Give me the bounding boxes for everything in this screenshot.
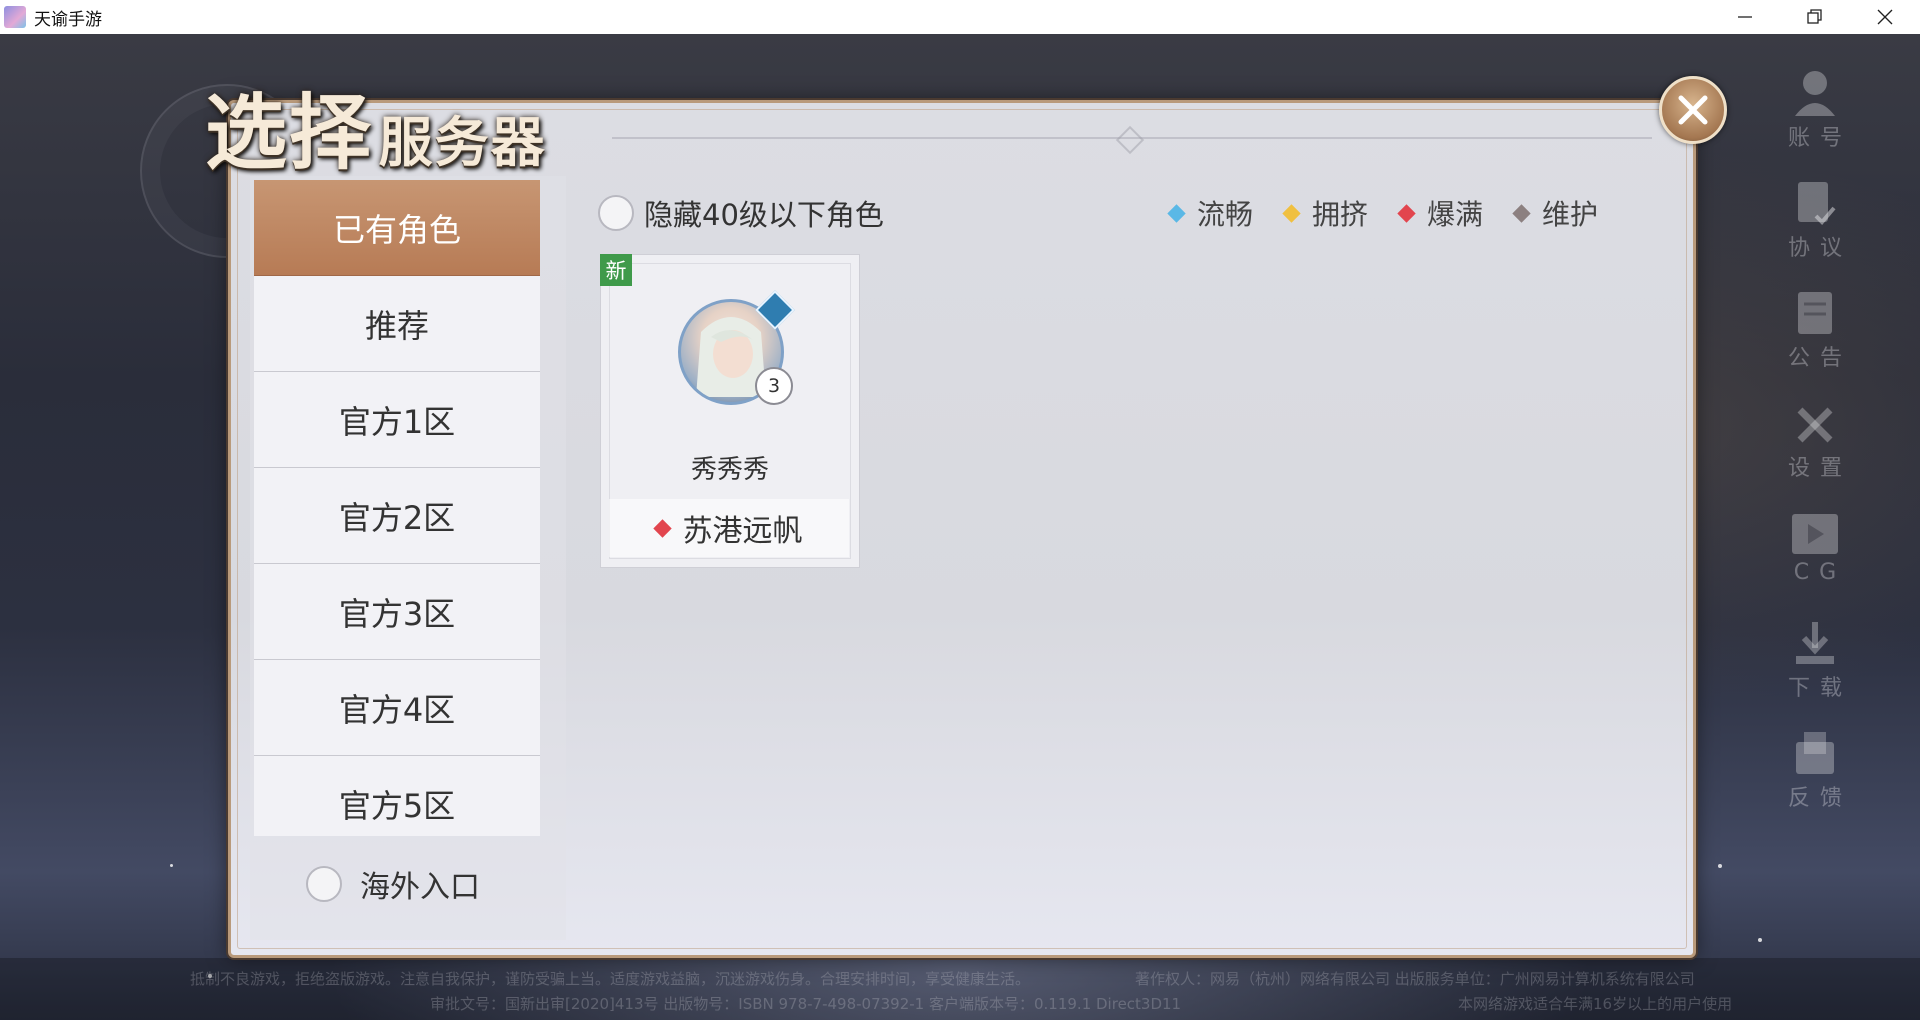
tab-official-5[interactable]: 官方5区 (254, 756, 540, 836)
overseas-label: 海外入口 (360, 870, 480, 905)
status-diamond-icon (652, 518, 672, 538)
window-title: 天谕手游 (34, 9, 102, 30)
overseas-radio[interactable] (306, 866, 342, 902)
status-diamond-icon (1167, 203, 1186, 223)
feedback-icon (1789, 726, 1841, 780)
account-icon (1789, 66, 1841, 120)
side-item-agreement[interactable]: 协议 (1775, 176, 1855, 286)
tab-recommended[interactable]: 推荐 (254, 276, 540, 372)
footer-health-notice: 抵制不良游戏，拒绝盗版游戏。注意自我保护，谨防受骗上当。适度游戏益脑，沉迷游戏伤… (190, 970, 1031, 988)
side-item-feedback[interactable]: 反馈 (1775, 726, 1855, 836)
legend-smooth: 流畅 (1167, 193, 1254, 233)
close-icon (1877, 9, 1893, 25)
side-item-cg[interactable]: CG (1775, 506, 1855, 616)
close-icon (1678, 95, 1708, 125)
hide-low-level-radio[interactable] (598, 195, 634, 231)
close-panel-button[interactable] (1659, 76, 1727, 144)
side-item-label: 账号 (1787, 126, 1852, 151)
side-item-account[interactable]: 账号 (1775, 66, 1855, 176)
close-window-button[interactable] (1850, 0, 1920, 34)
title-sub: 服务器 (378, 110, 547, 174)
footer-approval: 审批文号：国新出审[2020]413号 出版物号：ISBN 978-7-498-… (430, 995, 1182, 1013)
status-diamond-icon (1282, 203, 1301, 223)
tab-existing-characters[interactable]: 已有角色 (254, 180, 540, 276)
side-item-settings[interactable]: 设置 (1775, 396, 1855, 506)
side-item-label: 协议 (1787, 236, 1852, 261)
hide-low-level-toggle[interactable]: 隐藏40级以下角色 (598, 192, 884, 234)
side-item-label: 设置 (1787, 456, 1852, 481)
sparkle (170, 864, 173, 867)
character-level: 3 (755, 367, 793, 405)
status-diamond-icon (1512, 203, 1531, 223)
download-icon (1789, 616, 1841, 670)
character-server: 苏港远帆 (609, 499, 849, 557)
legend-label: 拥挤 (1312, 198, 1369, 231)
announcement-icon (1789, 286, 1841, 340)
tab-official-3[interactable]: 官方3区 (254, 564, 540, 660)
character-card[interactable]: 新 3 秀秀秀 苏港远帆 (600, 254, 860, 568)
settings-icon (1789, 396, 1841, 450)
restore-icon (1807, 9, 1822, 24)
title-main: 选择 (205, 85, 374, 181)
window-titlebar: 天谕手游 (0, 0, 1920, 35)
cg-play-icon (1789, 506, 1841, 560)
legend-label: 流畅 (1197, 198, 1254, 231)
minimize-button[interactable] (1710, 0, 1780, 34)
side-item-label: CG (1793, 560, 1847, 585)
status-diamond-icon (1397, 203, 1416, 223)
side-item-label: 公告 (1787, 346, 1852, 371)
side-item-announcement[interactable]: 公告 (1775, 286, 1855, 396)
footer-notice: 抵制不良游戏，拒绝盗版游戏。注意自我保护，谨防受骗上当。适度游戏益脑，沉迷游戏伤… (0, 958, 1920, 1020)
app-icon (4, 6, 26, 28)
sparkle (1718, 864, 1722, 868)
overseas-entry-toggle[interactable]: 海外入口 (306, 862, 480, 906)
window-controls (1710, 0, 1920, 34)
legend-full: 爆满 (1397, 193, 1484, 233)
tab-official-2[interactable]: 官方2区 (254, 468, 540, 564)
character-name: 秀秀秀 (690, 455, 769, 485)
sparkle (1758, 938, 1762, 942)
restore-button[interactable] (1780, 0, 1850, 34)
legend-maintenance: 维护 (1512, 193, 1599, 233)
agreement-icon (1789, 176, 1841, 230)
tab-official-4[interactable]: 官方4区 (254, 660, 540, 756)
page-title: 选择 服务器 (205, 66, 547, 185)
minimize-icon (1738, 16, 1752, 18)
side-item-label: 下载 (1787, 676, 1852, 701)
legend-label: 维护 (1542, 198, 1599, 231)
legend-crowded: 拥挤 (1282, 193, 1369, 233)
tab-official-1[interactable]: 官方1区 (254, 372, 540, 468)
side-item-label: 反馈 (1787, 786, 1852, 811)
footer-copyright: 著作权人：网易（杭州）网络有限公司 出版服务单位：广州网易计算机系统有限公司 (1135, 970, 1695, 988)
hide-low-level-label: 隐藏40级以下角色 (644, 198, 884, 232)
server-name: 苏港远帆 (682, 514, 803, 549)
new-badge: 新 (600, 254, 632, 286)
footer-age-rating: 本网络游戏适合年满16岁以上的用户使用 (1458, 995, 1733, 1013)
server-group-tabs: 已有角色 推荐 官方1区 官方2区 官方3区 官方4区 官方5区 (254, 180, 540, 836)
side-item-download[interactable]: 下载 (1775, 616, 1855, 726)
server-status-legend: 流畅 拥挤 爆满 维护 (1167, 193, 1599, 233)
legend-label: 爆满 (1427, 198, 1484, 231)
side-menu: 账号 协议 公告 设置 CG 下载 反馈 (1775, 66, 1855, 836)
